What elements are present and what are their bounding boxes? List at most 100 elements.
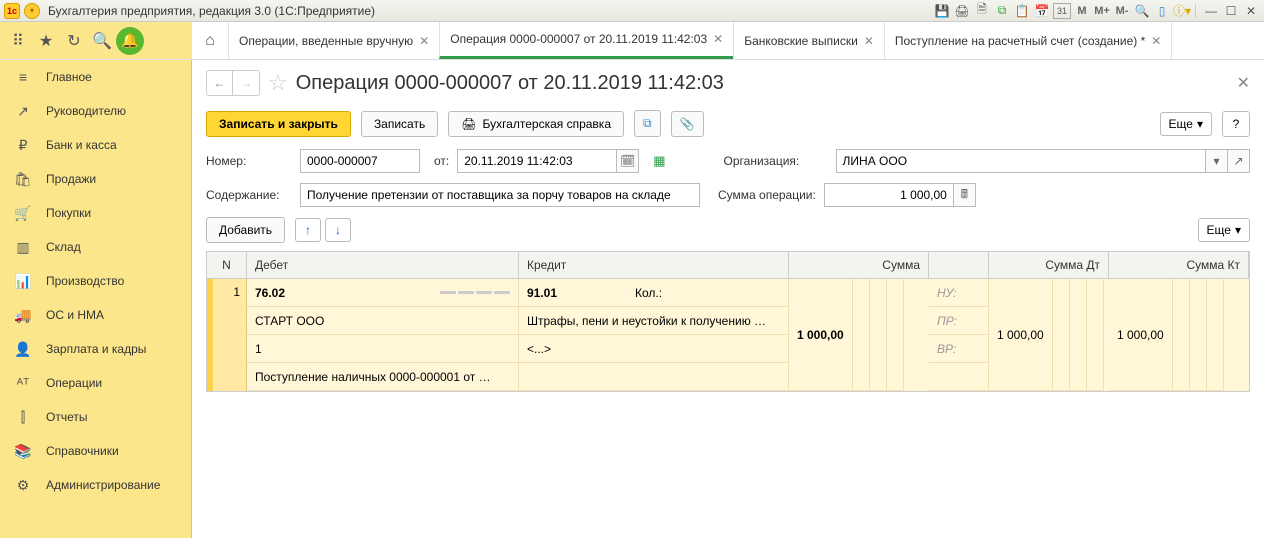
calc-mminus-button[interactable]: M- bbox=[1113, 3, 1131, 19]
tab-bank-statements[interactable]: Банковские выписки ✕ bbox=[733, 22, 884, 59]
home-icon[interactable]: ⌂ bbox=[196, 27, 224, 55]
org-dropdown-icon[interactable]: ▾ bbox=[1206, 149, 1228, 173]
debit-sub1[interactable]: СТАРТ ООО bbox=[247, 307, 519, 335]
date-field[interactable]: 20.11.2019 11:42:03 bbox=[457, 149, 617, 173]
credit-sub2[interactable]: <...> bbox=[519, 335, 789, 363]
move-down-button[interactable]: ↓ bbox=[325, 218, 351, 242]
back-button[interactable]: ← bbox=[207, 71, 233, 95]
number-label: Номер: bbox=[206, 154, 292, 168]
page-title: Операция 0000-000007 от 20.11.2019 11:42… bbox=[296, 72, 724, 95]
close-icon[interactable]: ✕ bbox=[713, 32, 723, 46]
tab-operation-000007[interactable]: Операция 0000-000007 от 20.11.2019 11:42… bbox=[439, 22, 733, 59]
calendar-icon[interactable]: 📅 bbox=[1033, 3, 1051, 19]
sidebar-item-bank[interactable]: ₽Банк и касса bbox=[0, 128, 191, 162]
close-page-button[interactable]: ✕ bbox=[1237, 73, 1250, 93]
sidebar-item-reports[interactable]: ⫿Отчеты bbox=[0, 400, 191, 434]
sidebar-item-manager[interactable]: ↗Руководителю bbox=[0, 94, 191, 128]
debit-sub3[interactable]: Поступление наличных 0000-000001 от … bbox=[247, 363, 519, 391]
sidebar-item-warehouse[interactable]: ▥Склад bbox=[0, 230, 191, 264]
minimize-button[interactable]: — bbox=[1202, 3, 1220, 19]
calendar-picker-icon[interactable]: 🗓 bbox=[617, 149, 639, 173]
sum-cell[interactable]: 1 000,00 bbox=[789, 279, 853, 391]
table-more-button[interactable]: Еще▾ bbox=[1198, 218, 1250, 242]
move-up-button[interactable]: ↑ bbox=[295, 218, 321, 242]
print-icon[interactable]: 🖨 bbox=[953, 3, 971, 19]
close-icon[interactable]: ✕ bbox=[1151, 34, 1161, 48]
sidebar-item-label: Главное bbox=[46, 70, 92, 84]
sidebar-item-assets[interactable]: 🚚ОС и НМА bbox=[0, 298, 191, 332]
sidebar-item-admin[interactable]: ⚙Администрирование bbox=[0, 468, 191, 502]
search-icon[interactable]: 🔍 bbox=[88, 27, 116, 55]
calc-mplus-button[interactable]: M+ bbox=[1093, 3, 1111, 19]
info-icon[interactable]: ⓘ▾ bbox=[1173, 3, 1191, 19]
apps-icon[interactable]: ⠿ bbox=[4, 27, 32, 55]
cell-value: 91.01 bbox=[527, 286, 627, 300]
sidebar-item-hr[interactable]: 👤Зарплата и кадры bbox=[0, 332, 191, 366]
maximize-button[interactable]: ☐ bbox=[1222, 3, 1240, 19]
close-icon[interactable]: ✕ bbox=[419, 34, 429, 48]
date-icon[interactable]: 31 bbox=[1053, 3, 1071, 19]
forward-button[interactable]: → bbox=[233, 71, 259, 95]
tab-label: Поступление на расчетный счет (создание)… bbox=[895, 34, 1145, 48]
tab-label: Банковские выписки bbox=[744, 34, 858, 48]
col-header-sdt[interactable]: Сумма Дт bbox=[989, 252, 1109, 278]
help-button[interactable]: ? bbox=[1222, 111, 1250, 137]
sum-field[interactable]: 1 000,00 bbox=[824, 183, 954, 207]
sidebar-item-label: Продажи bbox=[46, 172, 96, 186]
sidebar-item-purchases[interactable]: 🛒Покупки bbox=[0, 196, 191, 230]
content-field[interactable]: Получение претензии от поставщика за пор… bbox=[300, 183, 700, 207]
sidebar-item-sales[interactable]: 🛍 Продажи bbox=[0, 162, 191, 196]
tab-receipt-creation[interactable]: Поступление на расчетный счет (создание)… bbox=[884, 22, 1172, 59]
org-open-icon[interactable]: ↗ bbox=[1228, 149, 1250, 173]
col-header-debit[interactable]: Дебет bbox=[247, 252, 519, 278]
calc-m-button[interactable]: M bbox=[1073, 3, 1091, 19]
chevron-down-icon: ▾ bbox=[1197, 117, 1203, 131]
number-field[interactable]: 0000-000007 bbox=[300, 149, 420, 173]
credit-account[interactable]: 91.01 Кол.: bbox=[519, 279, 789, 307]
close-window-button[interactable]: ✕ bbox=[1242, 3, 1260, 19]
panel-icon[interactable]: ▯ bbox=[1153, 3, 1171, 19]
col-header-n[interactable]: N bbox=[207, 252, 247, 278]
sidebar-item-catalogs[interactable]: 📚Справочники bbox=[0, 434, 191, 468]
credit-sub1[interactable]: Штрафы, пени и неустойки к получению … bbox=[519, 307, 789, 335]
attach-button[interactable]: 📎 bbox=[671, 111, 704, 137]
favorite-icon[interactable]: ★ bbox=[32, 27, 60, 55]
col-header-credit[interactable]: Кредит bbox=[519, 252, 789, 278]
posted-flag-icon: ▦ bbox=[653, 153, 665, 169]
compare-icon[interactable]: ⧉ bbox=[993, 3, 1011, 19]
tab-operations-manual[interactable]: Операции, введенные вручную✕ bbox=[228, 22, 439, 59]
doc-icon[interactable]: 🗎 bbox=[973, 3, 991, 19]
print-ref-button[interactable]: 🖨Бухгалтерская справка bbox=[448, 111, 624, 137]
skt-cell[interactable]: 1 000,00 bbox=[1109, 279, 1173, 391]
sidebar-item-label: Банк и касса bbox=[46, 138, 117, 152]
save-icon[interactable]: 💾 bbox=[933, 3, 951, 19]
input-value: 1 000,00 bbox=[900, 188, 947, 202]
credit-sub3[interactable] bbox=[519, 363, 789, 391]
table-row[interactable]: 1 76.02 СТАРТ ООО 1 Поступление наличных… bbox=[207, 279, 1249, 391]
app-dropdown-icon[interactable]: ▾ bbox=[24, 3, 40, 19]
purchases-icon: 🛒 bbox=[14, 205, 32, 222]
sidebar-item-main[interactable]: ≡Главное bbox=[0, 60, 191, 94]
add-button[interactable]: Добавить bbox=[206, 217, 285, 243]
calculator-icon[interactable]: 🖩 bbox=[954, 183, 976, 207]
notifications-icon[interactable]: 🔔 bbox=[116, 27, 144, 55]
sidebar-item-label: Администрирование bbox=[46, 478, 160, 492]
close-icon[interactable]: ✕ bbox=[864, 34, 874, 48]
save-button[interactable]: Записать bbox=[361, 111, 438, 137]
debit-sub2[interactable]: 1 bbox=[247, 335, 519, 363]
zoom-icon[interactable]: 🔍 bbox=[1133, 3, 1151, 19]
clipboard-icon[interactable]: 📋 bbox=[1013, 3, 1031, 19]
more-button[interactable]: Еще▾ bbox=[1160, 112, 1212, 136]
sidebar-item-production[interactable]: 📊Производство bbox=[0, 264, 191, 298]
save-close-button[interactable]: Записать и закрыть bbox=[206, 111, 351, 137]
star-icon[interactable]: ☆ bbox=[268, 70, 288, 96]
org-field[interactable]: ЛИНА ООО bbox=[836, 149, 1206, 173]
sidebar-item-operations[interactable]: ᴬᵀОперации bbox=[0, 366, 191, 400]
debit-account[interactable]: 76.02 bbox=[247, 279, 519, 307]
col-header-sum[interactable]: Сумма bbox=[789, 252, 929, 278]
col-header-skt[interactable]: Сумма Кт bbox=[1109, 252, 1249, 278]
sdt-cell[interactable]: 1 000,00 bbox=[989, 279, 1053, 391]
link-button[interactable]: ⧉ bbox=[634, 110, 661, 137]
sales-icon: 🛍 bbox=[14, 171, 32, 188]
history-icon[interactable]: ↻ bbox=[60, 27, 88, 55]
